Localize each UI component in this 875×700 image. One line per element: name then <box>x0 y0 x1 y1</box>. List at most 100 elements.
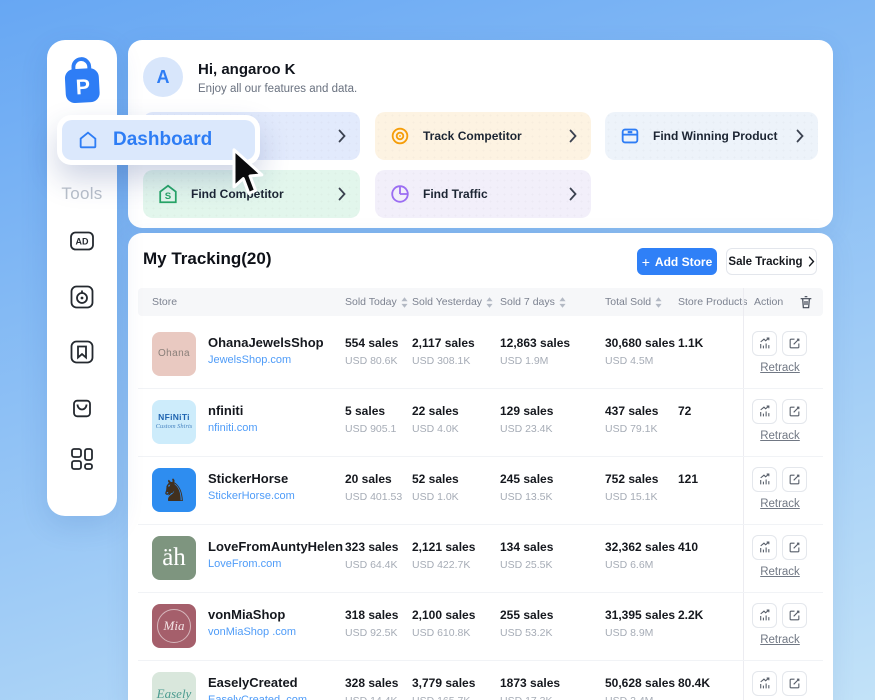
delete-all-button[interactable] <box>798 294 814 310</box>
store-logo-text: äh <box>162 544 186 573</box>
store-url-link[interactable]: StickerHorse.com <box>208 490 295 502</box>
feature-card-find-competitor[interactable]: S Find Competitor <box>143 170 360 218</box>
view-chart-button[interactable] <box>752 671 777 696</box>
shopping-bag-icon <box>68 394 96 422</box>
grid-blocks-icon <box>68 445 96 473</box>
sale-tracking-button[interactable]: Sale Tracking <box>726 248 817 275</box>
edit-button[interactable] <box>782 467 807 492</box>
store-url-link[interactable]: vonMiaShop .com <box>208 626 296 638</box>
edit-button[interactable] <box>782 603 807 628</box>
store-products-value: 72 <box>678 404 691 418</box>
edit-button[interactable] <box>782 331 807 356</box>
sold-7days-usd: USD 17.3K <box>500 695 553 700</box>
sold-7days-value: 245 sales <box>500 472 553 486</box>
feature-card-find-winning-product[interactable]: Find Winning Product <box>605 112 818 160</box>
total-sold-value: 752 sales <box>605 472 658 486</box>
sidebar-item-saved[interactable] <box>68 338 96 366</box>
total-sold-usd: USD 8.9M <box>605 627 653 639</box>
column-sold-yesterday[interactable]: Sold Yesterday <box>412 288 493 316</box>
retrack-link[interactable]: Retrack <box>746 362 814 374</box>
store-url-link[interactable]: JewelsShop.com <box>208 354 291 366</box>
store-url-link[interactable]: EaselyCreated .com <box>208 694 307 700</box>
chart-icon <box>758 337 771 350</box>
add-store-button[interactable]: + Add Store <box>637 248 717 275</box>
view-chart-button[interactable] <box>752 399 777 424</box>
store-name: StickerHorse <box>208 471 288 486</box>
store-products-value: 80.4K <box>678 676 710 690</box>
store-logo: ♞ <box>152 468 196 512</box>
sold-yesterday-usd: USD 1.0K <box>412 491 459 503</box>
column-sold-7days[interactable]: Sold 7 days <box>500 288 566 316</box>
edit-icon <box>788 677 801 690</box>
greeting-text: Hi, angaroo K <box>198 61 296 78</box>
retrack-link[interactable]: Retrack <box>746 498 814 510</box>
sidebar-item-stores[interactable] <box>68 394 96 422</box>
store-logo: äh <box>152 536 196 580</box>
edit-icon <box>788 609 801 622</box>
edit-icon <box>788 541 801 554</box>
column-sold-today[interactable]: Sold Today <box>345 288 408 316</box>
total-sold-value: 32,362 sales <box>605 540 675 554</box>
retrack-link[interactable]: Retrack <box>746 430 814 442</box>
view-chart-button[interactable] <box>752 603 777 628</box>
store-logo: Ohana <box>152 332 196 376</box>
sold-today-usd: USD 905.1 <box>345 423 396 435</box>
feature-card-label: Find Traffic <box>423 187 488 201</box>
chart-icon <box>758 541 771 554</box>
app-logo[interactable]: P <box>56 53 109 108</box>
table-row: Mia vonMiaShop vonMiaShop .com 318 sales… <box>138 593 823 661</box>
plus-icon: + <box>642 255 650 269</box>
chevron-right-icon <box>338 129 346 143</box>
edit-button[interactable] <box>782 399 807 424</box>
sold-yesterday-value: 2,100 sales <box>412 608 475 622</box>
store-products-value: 1.1K <box>678 336 703 350</box>
sort-icon <box>655 297 662 308</box>
table-header: Store Sold Today Sold Yesterday Sold 7 d… <box>138 288 823 316</box>
feature-card-label: Find Winning Product <box>653 129 778 143</box>
store-name: LoveFromAuntyHelen <box>208 539 343 554</box>
total-sold-usd: USD 79.1K <box>605 423 658 435</box>
sold-7days-value: 1873 sales <box>500 676 560 690</box>
tracking-title: My Tracking(20) <box>143 249 272 269</box>
column-total-sold[interactable]: Total Sold <box>605 288 662 316</box>
sidebar-item-dashboard[interactable]: Dashboard <box>62 120 255 160</box>
shopping-bag-logo-icon: P <box>56 53 109 108</box>
edit-button[interactable] <box>782 671 807 696</box>
edit-button[interactable] <box>782 535 807 560</box>
dashboard-menu-popout: Dashboard <box>57 115 260 165</box>
store-url-link[interactable]: nfiniti.com <box>208 422 258 434</box>
view-chart-button[interactable] <box>752 535 777 560</box>
feature-card-label: Find Competitor <box>191 187 284 201</box>
store-name: vonMiaShop <box>208 607 285 622</box>
svg-text:AD: AD <box>76 237 89 247</box>
table-body: Ohana OhanaJewelsShop JewelsShop.com 554… <box>138 321 823 700</box>
column-store: Store <box>152 288 177 316</box>
user-avatar[interactable]: A <box>143 57 183 97</box>
store-logo: Easely <box>152 672 196 700</box>
chart-icon <box>758 609 771 622</box>
column-store-products[interactable]: Store Products <box>678 288 747 316</box>
sold-yesterday-usd: USD 308.1K <box>412 355 470 367</box>
sold-7days-value: 255 sales <box>500 608 553 622</box>
view-chart-button[interactable] <box>752 467 777 492</box>
view-chart-button[interactable] <box>752 331 777 356</box>
retrack-link[interactable]: Retrack <box>746 566 814 578</box>
sold-7days-value: 12,863 sales <box>500 336 570 350</box>
sidebar-item-ads[interactable]: AD <box>68 227 96 255</box>
total-sold-usd: USD 4.5M <box>605 355 653 367</box>
app-background: P Tools AD <box>0 0 875 700</box>
chevron-right-icon <box>338 187 346 201</box>
retrack-link[interactable]: Retrack <box>746 634 814 646</box>
sold-today-value: 5 sales <box>345 404 385 418</box>
store-url-link[interactable]: LoveFrom.com <box>208 558 281 570</box>
add-store-label: Add Store <box>655 255 712 269</box>
sidebar-item-product-tracker[interactable] <box>68 283 96 311</box>
store-name: nfiniti <box>208 403 243 418</box>
feature-card-find-traffic[interactable]: Find Traffic <box>375 170 591 218</box>
total-sold-value: 437 sales <box>605 404 658 418</box>
table-row: Easely EaselyCreated EaselyCreated .com … <box>138 661 823 700</box>
sidebar-item-apps[interactable] <box>68 445 96 473</box>
sold-yesterday-value: 22 sales <box>412 404 459 418</box>
feature-card-track-competitor[interactable]: Track Competitor <box>375 112 591 160</box>
table-row: ♞ StickerHorse StickerHorse.com 20 sales… <box>138 457 823 525</box>
